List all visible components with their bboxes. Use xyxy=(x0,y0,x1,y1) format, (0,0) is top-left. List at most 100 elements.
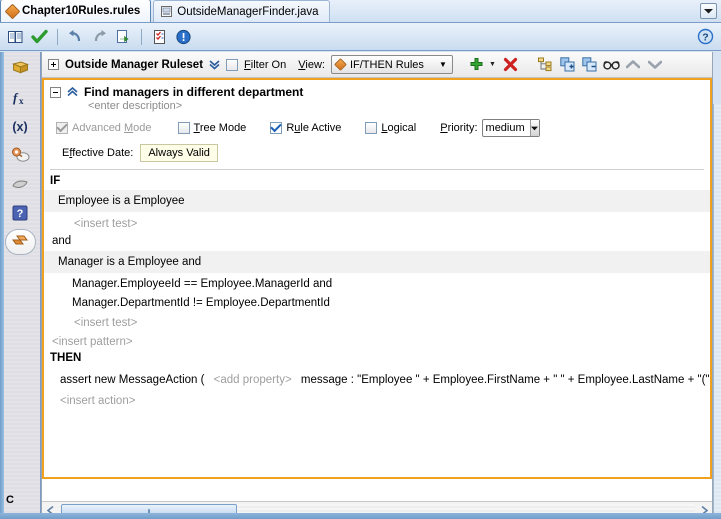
expression-line-2[interactable]: Manager.DepartmentId != Employee.Departm… xyxy=(44,292,710,311)
connector-and: and xyxy=(52,235,72,247)
dock-status-label: C xyxy=(6,494,14,506)
add-property-placeholder[interactable]: <add property> xyxy=(214,374,292,386)
rulesets-diamond-icon xyxy=(11,234,29,250)
insert-test-placeholder[interactable]: <insert test> xyxy=(44,212,710,232)
tab-outsidemanagerfinder-java[interactable]: OutsideManagerFinder.java xyxy=(153,0,330,22)
priority-combo[interactable]: medium xyxy=(481,119,540,137)
redo-icon[interactable] xyxy=(90,27,109,46)
export-icon[interactable] xyxy=(114,27,133,46)
action-prefix: assert new MessageAction ( xyxy=(60,374,205,386)
dock-item-functions[interactable]: f x xyxy=(6,84,34,110)
tab-chapter10rules[interactable]: Chapter10Rules.rules xyxy=(0,0,152,22)
collapse-minus-icon[interactable] xyxy=(50,86,61,98)
insert-test-placeholder-2[interactable]: <insert test> xyxy=(44,311,710,331)
undo-icon[interactable] xyxy=(66,27,85,46)
dictionary-icon xyxy=(11,60,29,76)
left-dock: f x (x) ? C xyxy=(0,52,41,519)
glasses-icon[interactable] xyxy=(602,55,621,74)
ruleset-header-bar: Outside Manager Ruleset FFilter Onilter … xyxy=(42,52,712,78)
dock-item-decision-functions[interactable] xyxy=(6,171,34,197)
expand-all-blue-icon[interactable] xyxy=(558,55,577,74)
svg-text:?: ? xyxy=(702,31,708,43)
effective-date-value[interactable]: Always Valid xyxy=(140,144,218,162)
collapse-all-blue-icon[interactable] xyxy=(580,55,599,74)
rule-active-group: Rule Active xyxy=(270,122,341,134)
checklist-icon[interactable] xyxy=(150,27,169,46)
dock-item-links[interactable] xyxy=(6,142,34,168)
tab-label: Chapter10Rules.rules xyxy=(22,5,141,17)
rule-header: Find managers in different department <e… xyxy=(44,80,710,170)
dock-item-variables[interactable]: (x) xyxy=(6,113,34,139)
question-blue-icon: ? xyxy=(12,205,28,221)
effective-date-label: Effective Date: xyxy=(62,147,134,159)
dictionary-icon[interactable] xyxy=(6,27,25,46)
links-icon xyxy=(11,147,30,163)
logical-group: Logical xyxy=(365,122,416,134)
logical-label: Logical xyxy=(381,122,417,134)
chevron-down-gray-icon[interactable] xyxy=(646,55,665,74)
ruleset-actions: ▼ xyxy=(467,55,665,74)
dock-item-rulesets[interactable] xyxy=(4,229,36,255)
rules-diamond-icon xyxy=(4,3,21,19)
info-icon[interactable] xyxy=(174,27,193,46)
rule-active-checkbox[interactable] xyxy=(270,122,283,134)
rule-active-label: Rule Active xyxy=(286,122,342,134)
chevron-up-gray-icon[interactable] xyxy=(624,55,643,74)
variables-icon: (x) xyxy=(9,118,31,134)
logical-checkbox[interactable] xyxy=(365,122,378,134)
chevron-down-icon[interactable] xyxy=(700,3,717,19)
chevron-down-icon: ▼ xyxy=(438,60,447,69)
main-toolbar: ? xyxy=(0,23,721,51)
advanced-mode-group: Advanced Mode xyxy=(56,122,152,134)
expression-line-1[interactable]: Manager.EmployeeId == Employee.ManagerId… xyxy=(44,273,710,292)
action-line[interactable]: assert new MessageAction ( <add property… xyxy=(44,367,710,388)
rule-description[interactable]: <enter description> xyxy=(88,100,704,112)
filter-on-checkbox[interactable] xyxy=(226,58,239,71)
insert-action-placeholder[interactable]: <insert action> xyxy=(44,388,710,411)
help-question-icon[interactable]: ? xyxy=(696,27,715,46)
ruleset-name: Outside Manager Ruleset xyxy=(65,58,204,71)
view-label: View: xyxy=(298,58,325,71)
advanced-mode-label: Advanced Mode xyxy=(72,122,152,134)
dock-item-dictionary[interactable] xyxy=(6,55,34,81)
priority-label: Priority: xyxy=(440,122,478,134)
window-bottom-edge xyxy=(0,513,721,519)
svg-text:?: ? xyxy=(17,208,24,220)
expand-plus-icon[interactable] xyxy=(48,59,59,70)
pattern-row-manager[interactable]: Manager is a Employee and xyxy=(44,251,710,273)
validate-check-icon[interactable] xyxy=(30,27,49,46)
view-combo[interactable]: IF/THEN Rules ▼ xyxy=(330,55,453,74)
priority-group: Priority: medium xyxy=(440,119,540,137)
double-chevron-down-icon[interactable] xyxy=(209,59,220,70)
double-chevron-up-icon[interactable] xyxy=(67,86,78,98)
rule-options-row: Advanced Mode Tree Mode Rule Active Logi… xyxy=(56,119,704,137)
if-keyword: IF xyxy=(50,175,61,187)
tab-label: OutsideManagerFinder.java xyxy=(177,5,319,18)
java-file-icon xyxy=(160,5,173,18)
chevron-down-icon xyxy=(529,120,539,136)
tree-mode-label: Tree Mode xyxy=(193,122,247,134)
pattern-row-employee[interactable]: Employee is a Employee xyxy=(44,190,710,212)
toolbar-separator xyxy=(141,28,142,45)
tree-mode-checkbox[interactable] xyxy=(177,122,190,134)
rule-card: Find managers in different department <e… xyxy=(42,78,712,479)
action-body: message : "Employee " + Employee.FirstNa… xyxy=(300,374,712,386)
editor-tabstrip: Chapter10Rules.rules OutsideManagerFinde… xyxy=(0,0,721,23)
tree-hierarchy-icon[interactable] xyxy=(536,55,555,74)
advanced-mode-checkbox[interactable] xyxy=(56,122,68,134)
plus-green-icon[interactable] xyxy=(467,55,486,74)
dock-item-tests[interactable]: ? xyxy=(6,200,34,226)
rules-diamond-icon xyxy=(334,58,347,71)
insert-pattern-placeholder[interactable]: <insert pattern> xyxy=(44,331,710,350)
rules-editor-panel: Outside Manager Ruleset FFilter Onilter … xyxy=(41,52,713,519)
delete-red-x-icon[interactable] xyxy=(501,55,520,74)
effective-date-row: Effective Date: Always Valid xyxy=(62,144,704,162)
rule-title-row: Find managers in different department xyxy=(50,85,704,99)
chevron-down-small-icon[interactable]: ▼ xyxy=(489,61,496,68)
toolbar-separator xyxy=(57,28,58,45)
functions-fx-icon: f x xyxy=(10,89,30,106)
then-keyword: THEN xyxy=(50,352,82,364)
view-combo-value: IF/THEN Rules xyxy=(349,58,424,71)
tree-mode-group: Tree Mode xyxy=(177,122,247,134)
priority-value: medium xyxy=(485,122,525,134)
